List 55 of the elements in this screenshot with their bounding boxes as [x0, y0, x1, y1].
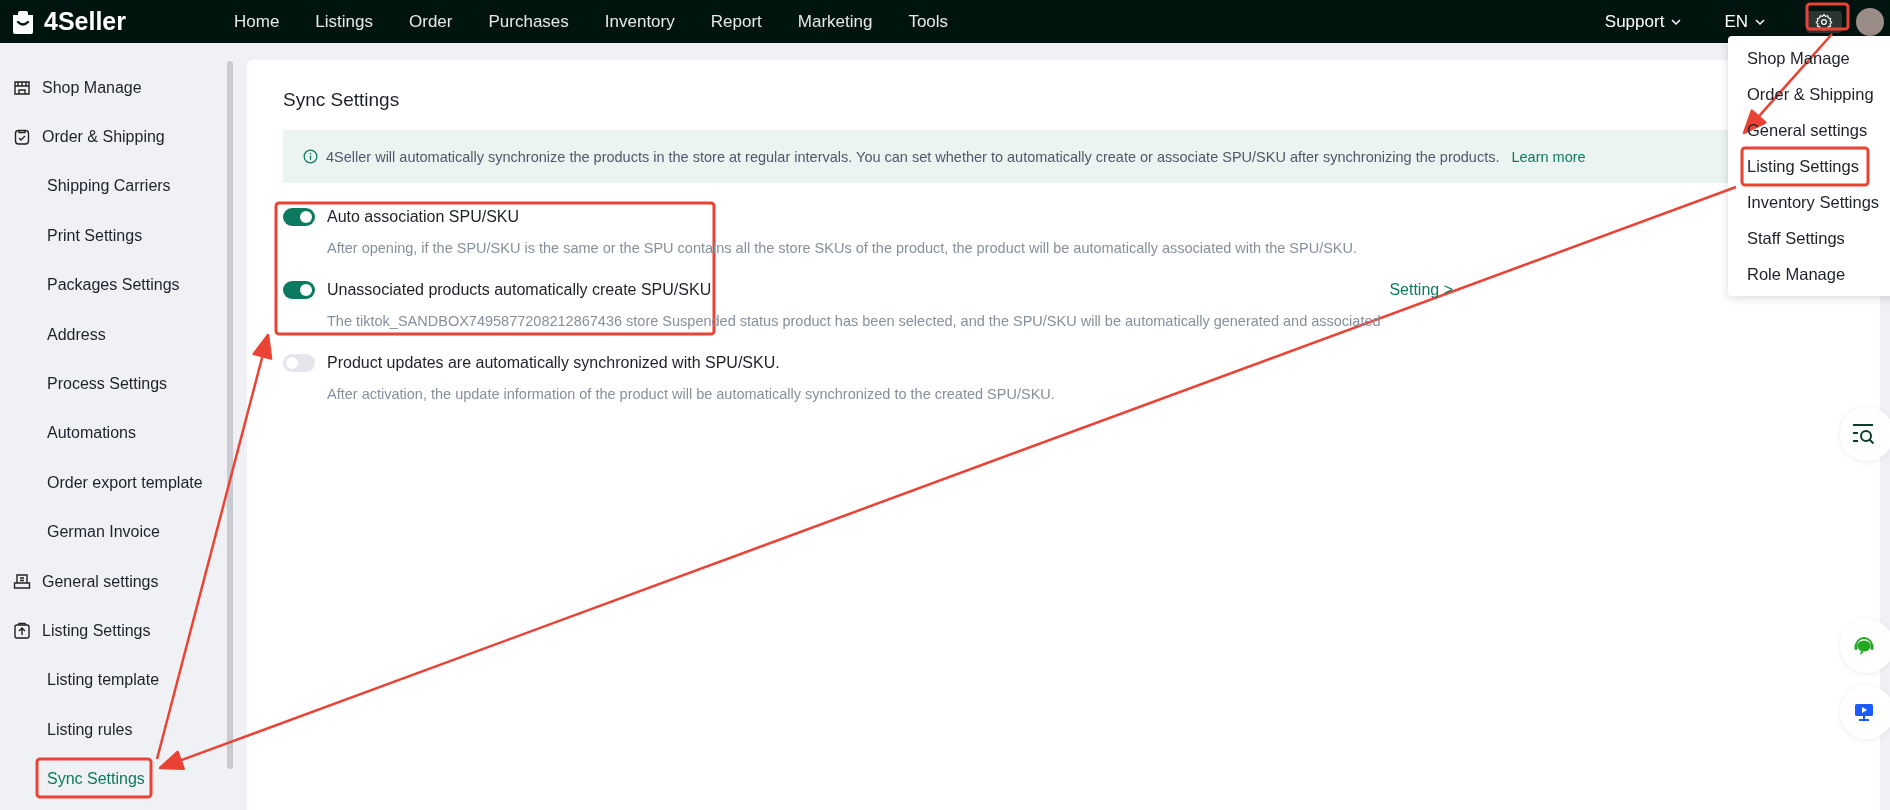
setting-label: Unassociated products automatically create SPU/SKU — [327, 281, 712, 299]
menu-item[interactable]: Listing Settings — [1728, 148, 1890, 184]
toggle-switch[interactable] — [283, 354, 315, 372]
scrollbar[interactable] — [227, 61, 233, 769]
video-monitor-icon — [1853, 701, 1875, 723]
info-icon — [303, 149, 318, 164]
sidebar-group[interactable]: Shop Manage — [0, 63, 200, 113]
chevron-down-icon — [1670, 17, 1683, 26]
info-text: 4Seller will automatically synchronize the products in the store at regular intervals. You can set whether to automatically create or associate SPU/SKU after synchronizing the products. — [326, 148, 1500, 165]
logo-text[interactable]: 4Seller — [44, 7, 126, 36]
sidebar-item[interactable]: Print Settings — [0, 211, 200, 261]
nav-link[interactable]: Purchases — [470, 11, 587, 32]
menu-item[interactable]: General settings — [1728, 112, 1890, 148]
nav-link[interactable]: Tools — [890, 11, 967, 32]
sidebar-item[interactable]: German Invoice — [0, 507, 200, 557]
sidebar-item[interactable]: Listing rules — [0, 705, 200, 755]
setting-description: After activation, the update information of the product will be automatically synchronized to the created SPU/SKU. — [327, 386, 1056, 402]
toggle-switch[interactable] — [283, 281, 315, 299]
language-menu[interactable]: EN — [1724, 11, 1766, 32]
nav-link[interactable]: Order — [391, 11, 471, 32]
setting-label: Product updates are automatically synchronized with SPU/SKU. — [327, 354, 780, 372]
headset-chat-icon — [1852, 634, 1876, 658]
support-menu[interactable]: Support — [1604, 11, 1683, 32]
sidebar-item[interactable]: Shipping Carriers — [0, 161, 200, 212]
sidebar-item[interactable]: Order export template — [0, 458, 200, 508]
printer-icon — [13, 572, 31, 591]
sidebar-item[interactable]: Address — [0, 309, 200, 360]
sidebar-group[interactable]: General settings — [0, 556, 200, 607]
learn-more-link[interactable]: Learn more — [1511, 148, 1586, 165]
menu-item[interactable]: Staff Settings — [1728, 220, 1890, 256]
toggle-switch[interactable] — [283, 208, 315, 226]
sidebar-item[interactable]: Process Settings — [0, 359, 200, 409]
upload-box-icon — [13, 622, 31, 640]
store-icon — [13, 78, 31, 97]
chevron-down-icon — [1754, 17, 1766, 26]
sidebar-item[interactable]: Listing template — [0, 655, 200, 706]
sidebar-item[interactable]: Packages Settings — [0, 260, 200, 310]
sidebar-item[interactable]: Sync Settings — [0, 754, 200, 804]
page-title: Sync Settings — [283, 89, 400, 111]
list-search-icon — [1851, 423, 1877, 445]
setting-label: Auto association SPU/SKU — [327, 208, 520, 226]
clipboard-check-icon — [13, 128, 31, 147]
nav-link[interactable]: Report — [692, 11, 780, 32]
nav-link[interactable]: Home — [216, 11, 298, 32]
sidebar-group[interactable]: Listing Settings — [0, 606, 200, 656]
menu-item[interactable]: Role Manage — [1728, 256, 1890, 292]
sidebar-item[interactable]: Automations — [0, 408, 200, 459]
menu-item[interactable]: Inventory Settings — [1728, 184, 1890, 220]
nav-link[interactable]: Listings — [297, 11, 391, 32]
avatar[interactable] — [1856, 7, 1884, 36]
sidebar-group[interactable]: Order & Shipping — [0, 112, 200, 162]
shopping-bag-icon — [10, 8, 36, 35]
nav-link[interactable]: Inventory — [586, 11, 693, 32]
highlight-box — [1805, 2, 1850, 31]
nav-link[interactable]: Marketing — [779, 11, 891, 32]
